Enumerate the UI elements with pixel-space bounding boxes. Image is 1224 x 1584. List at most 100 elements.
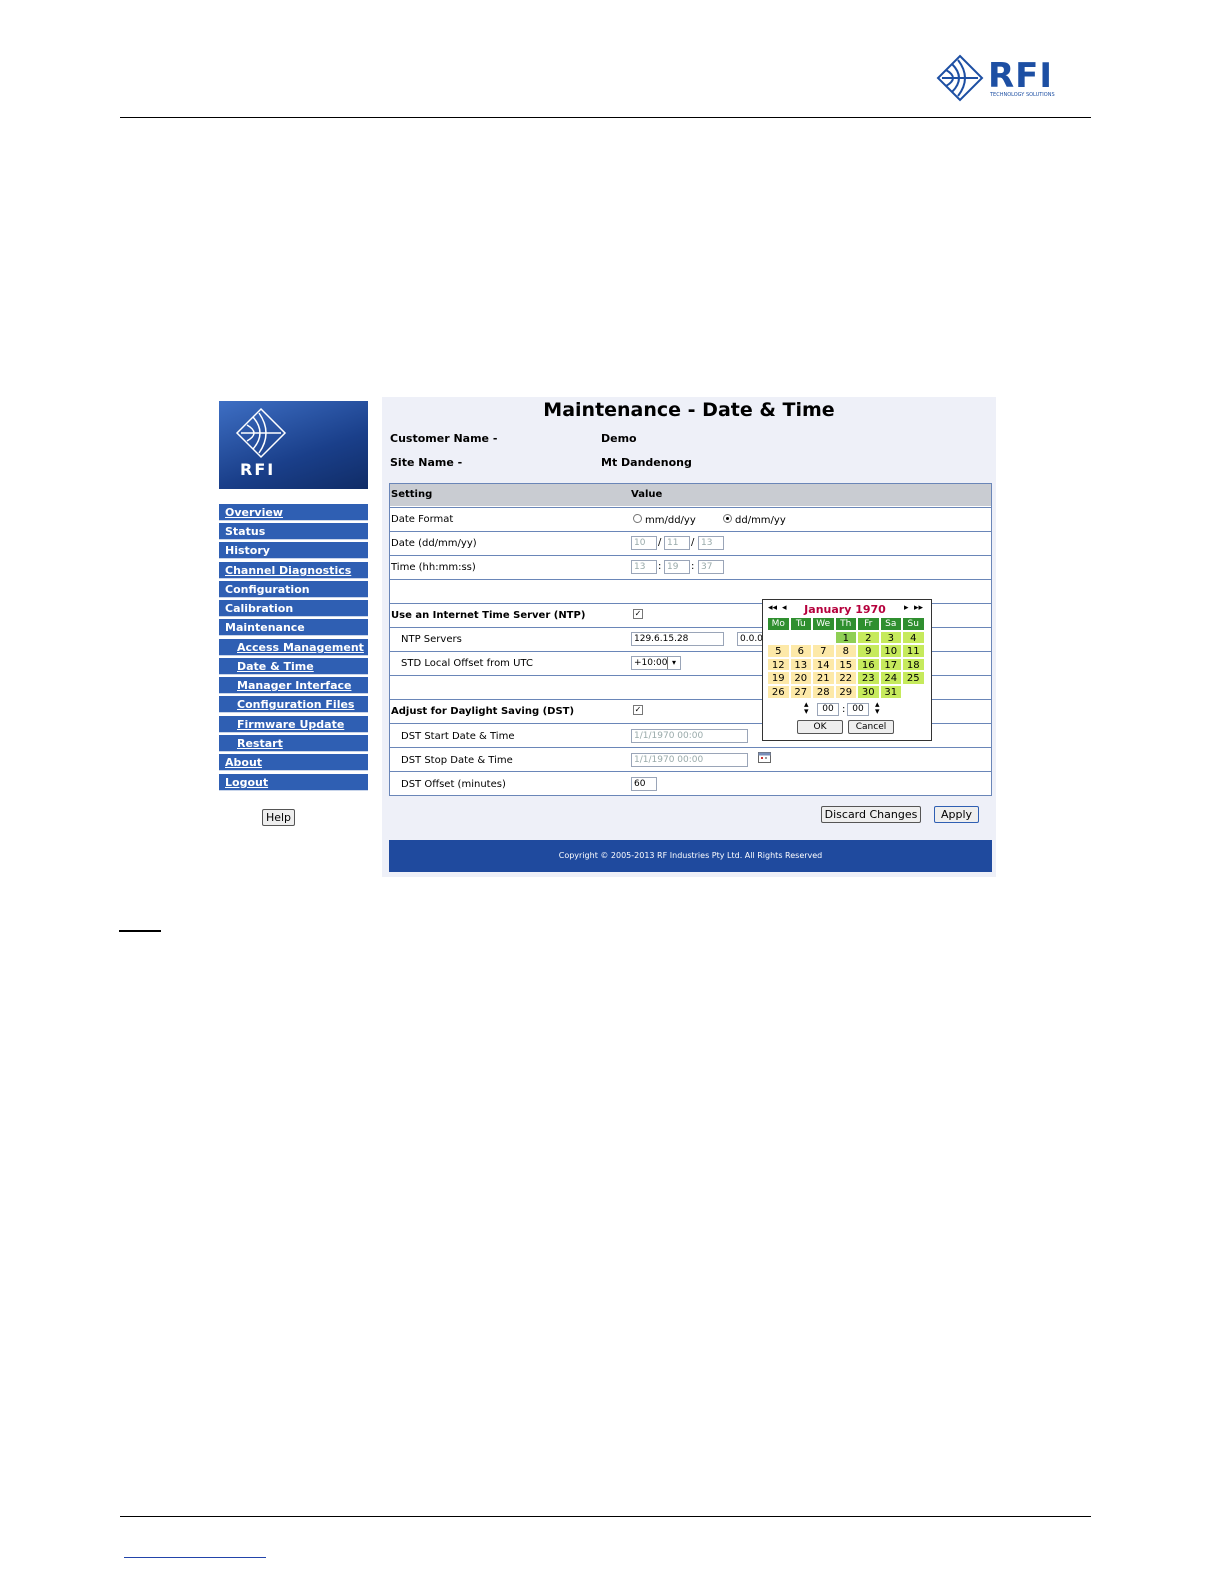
calendar-day[interactable]: 15 <box>834 657 857 672</box>
calendar-day[interactable]: 14 <box>812 657 835 672</box>
sidebar-item-manager-interface[interactable]: Manager Interface <box>219 677 368 694</box>
date-year-input[interactable]: 13 <box>698 536 724 550</box>
discard-changes-button[interactable]: Discard Changes <box>821 806 921 823</box>
calendar-day[interactable]: 10 <box>879 644 902 658</box>
calendar-day[interactable]: 19 <box>767 671 790 685</box>
utc-offset-value: +10:00 <box>634 658 668 668</box>
calendar-day[interactable]: 22 <box>834 671 857 685</box>
help-button[interactable]: Help <box>262 809 295 826</box>
time-hour-input[interactable]: 13 <box>631 560 657 574</box>
utc-offset-select[interactable]: +10:00 ▾ <box>631 656 681 670</box>
apply-button[interactable]: Apply <box>934 806 979 823</box>
copyright-footer: Copyright © 2005-2013 RF Industries Pty … <box>389 840 992 872</box>
date-day-input[interactable]: 10 <box>631 536 657 550</box>
prev-year-icon[interactable]: ◂◂ <box>768 603 777 613</box>
dst-start-input[interactable]: 1/1/1970 00:00 <box>631 729 748 743</box>
calendar-weekday-header: Su <box>902 617 925 631</box>
calendar-day[interactable]: 30 <box>857 684 880 699</box>
calendar-day[interactable]: 6 <box>789 644 812 658</box>
calendar-day[interactable]: 27 <box>789 684 812 699</box>
sidebar-item-overview[interactable]: Overview <box>219 504 368 521</box>
dst-start-label: DST Start Date & Time <box>401 731 515 742</box>
ntp-checkbox[interactable]: ✓ <box>633 609 643 619</box>
calendar-day[interactable]: 20 <box>789 671 812 685</box>
ntp-server-1-input[interactable]: 129.6.15.28 <box>631 632 724 646</box>
calendar-day[interactable]: 26 <box>767 684 790 699</box>
calendar-day[interactable]: 1 <box>834 630 857 645</box>
calendar-weekday-header: Fr <box>857 617 880 631</box>
calendar-day[interactable]: 18 <box>902 657 925 672</box>
calendar-day[interactable]: 8 <box>834 644 857 658</box>
sidebar-item-access-management[interactable]: Access Management <box>219 639 368 656</box>
sidebar-item-date-time[interactable]: Date & Time <box>219 658 368 675</box>
ntp-server-2-input[interactable]: 0.0.0 <box>737 632 763 646</box>
minute-spinner-icon[interactable]: ▴ ▾ <box>875 701 880 717</box>
prev-month-icon[interactable]: ◂ <box>782 603 787 613</box>
calendar-cancel-button[interactable]: Cancel <box>848 720 894 734</box>
date-month-input[interactable]: 11 <box>664 536 690 550</box>
hour-spinner-icon[interactable]: ▴ ▾ <box>804 701 809 717</box>
sidebar-item-configuration[interactable]: Configuration <box>219 581 368 598</box>
calendar-ok-button[interactable]: OK <box>797 720 843 734</box>
calendar-day[interactable]: 4 <box>902 630 925 645</box>
dst-offset-label: DST Offset (minutes) <box>401 779 506 790</box>
rfi-emblem-icon <box>235 407 287 459</box>
time-separator: : <box>658 561 662 572</box>
sidebar-item-history[interactable]: History <box>219 542 368 559</box>
calendar-minute-input[interactable]: 00 <box>847 703 869 716</box>
customer-name-value: Demo <box>601 432 637 445</box>
next-month-icon[interactable]: ▸ <box>904 603 909 613</box>
date-format-mmddyy-radio[interactable] <box>633 514 642 523</box>
dst-offset-input[interactable]: 60 <box>631 777 657 791</box>
calendar-weekday-header: Th <box>834 617 857 631</box>
calendar-day[interactable]: 12 <box>767 657 790 672</box>
rfi-logo-subtitle: TECHNOLOGY SOLUTIONS <box>990 92 1055 98</box>
sidebar-item-about[interactable]: About <box>219 754 368 771</box>
time-minute-input[interactable]: 19 <box>664 560 690 574</box>
calendar-empty-cell <box>812 630 835 645</box>
calendar-day[interactable]: 11 <box>902 644 925 658</box>
dst-stop-input[interactable]: 1/1/1970 00:00 <box>631 753 748 767</box>
sidebar-item-calibration[interactable]: Calibration <box>219 600 368 617</box>
time-label: Time (hh:mm:ss) <box>391 562 476 573</box>
calendar-day[interactable]: 28 <box>812 684 835 699</box>
calendar-day[interactable]: 31 <box>879 684 902 699</box>
sidebar-item-channel-diagnostics[interactable]: Channel Diagnostics <box>219 562 368 579</box>
footer-link-underline <box>124 1557 266 1558</box>
sidebar-item-maintenance[interactable]: Maintenance <box>219 619 368 636</box>
calendar-weekday-header: Sa <box>879 617 902 631</box>
calendar-day[interactable]: 24 <box>879 671 902 685</box>
sidebar-item-firmware-update[interactable]: Firmware Update <box>219 716 368 733</box>
row-divider <box>390 555 991 556</box>
calendar-day[interactable]: 7 <box>812 644 835 658</box>
date-format-ddmmyy-radio[interactable] <box>723 514 732 523</box>
calendar-day[interactable]: 2 <box>857 630 880 645</box>
calendar-day[interactable]: 23 <box>857 671 880 685</box>
header-rule <box>120 117 1091 118</box>
date-format-mmddyy-label: mm/dd/yy <box>645 515 696 526</box>
calendar-hour-input[interactable]: 00 <box>817 703 839 716</box>
sidebar-item-logout[interactable]: Logout <box>219 774 368 791</box>
row-divider <box>390 747 991 748</box>
chevron-down-icon: ▾ <box>667 657 680 669</box>
site-name-label: Site Name - <box>390 456 463 469</box>
calendar-day[interactable]: 25 <box>902 671 925 685</box>
dst-checkbox[interactable]: ✓ <box>633 705 643 715</box>
calendar-day[interactable]: 3 <box>879 630 902 645</box>
calendar-day[interactable]: 17 <box>879 657 902 672</box>
next-year-icon[interactable]: ▸▸ <box>914 603 923 613</box>
calendar-day[interactable]: 5 <box>767 644 790 658</box>
calendar-day[interactable]: 9 <box>857 644 880 658</box>
calendar-day[interactable]: 29 <box>834 684 857 699</box>
calendar-icon[interactable] <box>758 752 771 763</box>
page-title: Maintenance - Date & Time <box>543 399 835 421</box>
calendar-day[interactable]: 21 <box>812 671 835 685</box>
sidebar-item-status[interactable]: Status <box>219 523 368 540</box>
calendar-day[interactable]: 16 <box>857 657 880 672</box>
row-divider <box>390 771 991 772</box>
sidebar-item-restart[interactable]: Restart <box>219 735 368 752</box>
calendar-day[interactable]: 13 <box>789 657 812 672</box>
sidebar-item-configuration-files[interactable]: Configuration Files <box>219 696 368 713</box>
date-format-label: Date Format <box>391 514 454 525</box>
time-second-input[interactable]: 37 <box>698 560 724 574</box>
